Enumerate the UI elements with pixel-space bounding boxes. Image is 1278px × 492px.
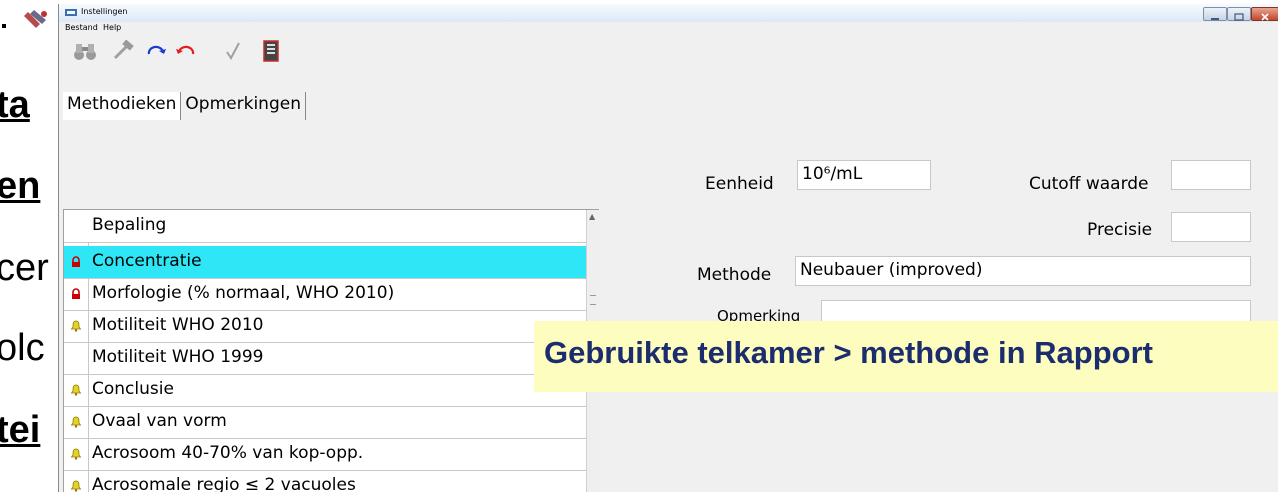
maximize-button[interactable] — [1227, 7, 1251, 21]
redo-icon[interactable] — [145, 40, 169, 62]
background-slide: ta en cer olc tei — [0, 0, 62, 492]
bell-icon — [70, 416, 82, 428]
cutoff-field[interactable] — [1171, 160, 1251, 190]
table-cell-bepaling: Acrosoom 40-70% van kop-opp. — [92, 443, 364, 463]
table-cell-bepaling: Motiliteit WHO 1999 — [92, 347, 264, 367]
close-button[interactable] — [1251, 7, 1278, 21]
minimize-button[interactable] — [1203, 7, 1227, 21]
table-cell-bepaling: Motiliteit WHO 2010 — [92, 315, 264, 335]
hammer-icon[interactable] — [111, 40, 137, 62]
bg-fragment-2: en — [0, 165, 41, 207]
table-row[interactable]: Motiliteit WHO 1999 — [64, 342, 586, 375]
checkmark-icon[interactable] — [223, 40, 243, 62]
bg-fragment-5: tei — [0, 409, 41, 451]
tab-strip: Methodieken Opmerkingen — [63, 92, 306, 120]
table-cell-bepaling: Concentratie — [92, 251, 202, 271]
app-icon — [65, 9, 77, 16]
table-cell-bepaling: Ovaal van vorm — [92, 411, 227, 431]
menu-bestand[interactable]: Bestand — [65, 23, 98, 32]
callout-text: Gebruikte telkamer > methode in Rapport — [544, 335, 1153, 370]
callout-banner: Gebruikte telkamer > methode in Rapport — [534, 321, 1278, 392]
table-row[interactable]: Acrosoom 40-70% van kop-opp. — [64, 438, 586, 471]
table-cell-bepaling: Conclusie — [92, 379, 174, 399]
lock-red-icon — [72, 288, 80, 299]
scroll-up-icon[interactable]: ▲ — [589, 212, 595, 221]
precisie-label: Precisie — [1087, 220, 1153, 240]
toolbar — [59, 34, 1278, 68]
methode-label: Methode — [697, 265, 772, 285]
precisie-field[interactable] — [1171, 212, 1251, 242]
bg-fragment-4: olc — [0, 327, 45, 369]
table-row[interactable]: Conclusie — [64, 374, 586, 407]
table-header: Bepaling — [64, 210, 586, 243]
menu-help[interactable]: Help — [103, 23, 121, 32]
bell-icon — [70, 480, 82, 492]
table-row[interactable]: Motiliteit WHO 2010 — [64, 310, 586, 343]
scroll-grip[interactable] — [590, 295, 596, 305]
bell-icon — [70, 384, 82, 396]
window-title: Instellingen — [81, 7, 128, 16]
table-row[interactable]: Concentratie — [64, 246, 586, 279]
table-row[interactable]: Acrosomale regio ≤ 2 vacuoles — [64, 470, 586, 492]
tab-methodieken[interactable]: Methodieken — [63, 92, 182, 120]
binoculars-icon[interactable] — [71, 40, 99, 62]
table-cell-bepaling: Acrosomale regio ≤ 2 vacuoles — [92, 475, 356, 492]
cutoff-label: Cutoff waarde — [1029, 174, 1149, 194]
tools-icon — [2, 10, 47, 28]
bell-icon — [70, 320, 82, 332]
title-bar[interactable]: Instellingen — [59, 4, 1278, 22]
table-cell-bepaling: Morfologie (% normaal, WHO 2010) — [92, 283, 395, 303]
table-row[interactable]: Morfologie (% normaal, WHO 2010) — [64, 278, 586, 311]
lock-red-icon — [72, 256, 80, 267]
undo-icon[interactable] — [173, 40, 197, 62]
eenheid-label: Eenheid — [705, 174, 774, 194]
settings-window: Instellingen Bestand Help Methodieken Op… — [58, 4, 1278, 492]
eenheid-field[interactable]: 10⁶/mL — [797, 160, 931, 190]
menu-bar: Bestand Help — [59, 22, 1278, 34]
table-row[interactable]: Ovaal van vorm — [64, 406, 586, 439]
bg-fragment-3: cer — [0, 247, 49, 289]
bell-icon — [70, 448, 82, 460]
tab-opmerkingen[interactable]: Opmerkingen — [181, 92, 306, 120]
bepaling-table: Bepaling Concentratie Morfologie (% norma… — [63, 209, 600, 492]
column-header-bepaling[interactable]: Bepaling — [92, 215, 166, 235]
report-icon[interactable] — [261, 40, 281, 62]
bg-fragment-1: ta — [0, 84, 30, 126]
methode-field[interactable]: Neubauer (improved) — [795, 256, 1251, 286]
